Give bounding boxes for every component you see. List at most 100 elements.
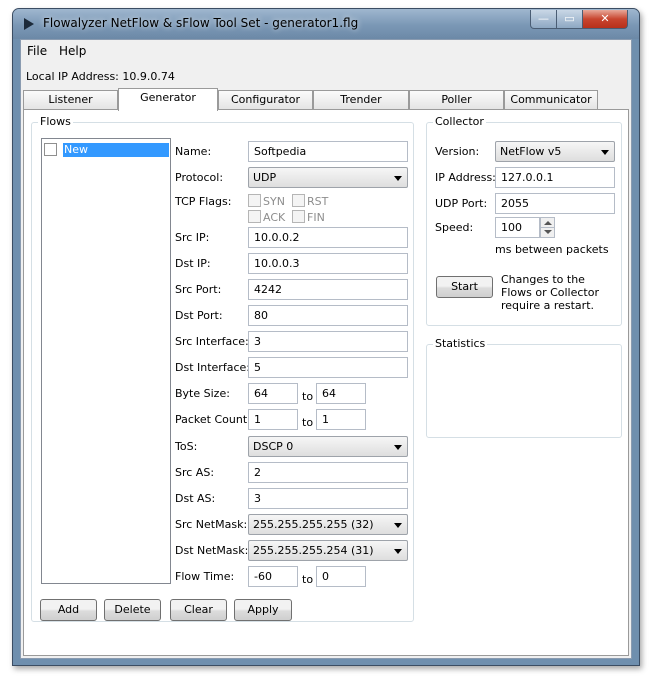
- fin-checkbox[interactable]: [292, 210, 305, 223]
- spin-down-icon[interactable]: [544, 230, 552, 234]
- chevron-down-icon: [394, 176, 402, 181]
- dst-as-input[interactable]: 3: [248, 488, 408, 509]
- flow-time-label: Flow Time:: [175, 570, 235, 583]
- dst-ip-label: Dst IP:: [175, 257, 211, 270]
- flows-group-title: Flows: [38, 115, 73, 128]
- restart-note-line1: Changes to the: [501, 273, 585, 286]
- tab-trender[interactable]: Trender: [313, 90, 409, 110]
- dst-netmask-select[interactable]: 255.255.255.254 (31): [248, 540, 408, 561]
- menu-file[interactable]: File: [27, 44, 47, 58]
- flows-list[interactable]: New: [41, 138, 171, 584]
- src-port-input[interactable]: 4242: [248, 279, 408, 300]
- app-icon: [24, 18, 34, 30]
- dst-interface-label: Dst Interface:: [175, 361, 250, 374]
- tcp-flags-label: TCP Flags:: [175, 195, 232, 208]
- apply-button[interactable]: Apply: [234, 599, 292, 621]
- version-select[interactable]: NetFlow v5: [495, 141, 615, 162]
- spin-up-icon[interactable]: [544, 221, 552, 225]
- tab-listener[interactable]: Listener: [23, 90, 118, 110]
- src-netmask-value: 255.255.255.255 (32): [253, 518, 374, 531]
- restart-note-line2: Flows or Collector: [501, 286, 599, 299]
- byte-size-to-label: to: [302, 390, 314, 403]
- byte-size-from-input[interactable]: 64: [248, 383, 298, 404]
- speed-input[interactable]: 100: [495, 217, 540, 238]
- src-interface-label: Src Interface:: [175, 335, 249, 348]
- tab-generator[interactable]: Generator: [118, 88, 218, 111]
- tab-label: Generator: [140, 91, 196, 104]
- tab-label: Communicator: [510, 93, 592, 106]
- version-value: NetFlow v5: [500, 145, 562, 158]
- tab-poller[interactable]: Poller: [409, 90, 504, 110]
- src-as-input[interactable]: 2: [248, 462, 408, 483]
- maximize-icon: ▭: [564, 12, 575, 25]
- src-as-label: Src AS:: [175, 466, 215, 479]
- packet-count-label: Packet Count:: [175, 413, 251, 426]
- speed-unit-label: ms between packets: [495, 243, 609, 256]
- tab-label: Trender: [340, 93, 382, 106]
- client-area: File Help Local IP Address: 10.9.0.74 Li…: [20, 39, 632, 659]
- title-bar[interactable]: Flowalyzer NetFlow & sFlow Tool Set - ge…: [13, 9, 639, 39]
- menu-bar: File Help: [21, 40, 631, 60]
- tab-communicator[interactable]: Communicator: [504, 90, 598, 110]
- packet-count-from-input[interactable]: 1: [248, 409, 298, 430]
- protocol-value: UDP: [253, 171, 277, 184]
- src-netmask-select[interactable]: 255.255.255.255 (32): [248, 514, 408, 535]
- window-title: Flowalyzer NetFlow & sFlow Tool Set - ge…: [43, 16, 359, 30]
- ip-address-label: IP Address:: [435, 171, 496, 184]
- protocol-select[interactable]: UDP: [248, 167, 408, 188]
- ack-checkbox[interactable]: [248, 210, 261, 223]
- tab-strip: Listener Generator Configurator Trender …: [21, 88, 631, 111]
- add-button[interactable]: Add: [40, 599, 97, 621]
- name-label: Name:: [175, 145, 212, 158]
- udp-port-input[interactable]: 2055: [495, 193, 615, 214]
- maximize-button[interactable]: ▭: [556, 10, 583, 29]
- chevron-down-icon: [394, 445, 402, 450]
- rst-label: RST: [307, 195, 329, 208]
- dst-ip-input[interactable]: 10.0.0.3: [248, 253, 408, 274]
- dst-port-label: Dst Port:: [175, 309, 223, 322]
- generator-panel: Flows New Name: Softpedia Protocol: UDP …: [23, 109, 629, 656]
- start-button[interactable]: Start: [436, 276, 493, 298]
- rst-checkbox[interactable]: [292, 194, 305, 207]
- protocol-label: Protocol:: [175, 171, 224, 184]
- minimize-button[interactable]: —: [530, 10, 557, 29]
- src-ip-input[interactable]: 10.0.0.2: [248, 227, 408, 248]
- dst-port-input[interactable]: 80: [248, 305, 408, 326]
- statistics-group-title: Statistics: [433, 337, 488, 350]
- tos-select[interactable]: DSCP 0: [248, 436, 408, 457]
- collector-ip-input[interactable]: 127.0.0.1: [495, 167, 615, 188]
- dst-netmask-value: 255.255.255.254 (31): [253, 544, 374, 557]
- menu-help[interactable]: Help: [59, 44, 86, 58]
- byte-size-to-input[interactable]: 64: [316, 383, 366, 404]
- version-label: Version:: [435, 145, 480, 158]
- restart-note-line3: require a restart.: [501, 299, 595, 312]
- src-ip-label: Src IP:: [175, 231, 210, 244]
- close-icon: ✕: [600, 12, 610, 25]
- app-window: Flowalyzer NetFlow & sFlow Tool Set - ge…: [12, 8, 640, 666]
- flow-time-to-label: to: [302, 573, 314, 586]
- fin-label: FIN: [307, 211, 325, 224]
- syn-checkbox[interactable]: [248, 194, 261, 207]
- speed-spinner[interactable]: [540, 217, 555, 238]
- src-netmask-label: Src NetMask:: [175, 518, 248, 531]
- byte-size-label: Byte Size:: [175, 387, 230, 400]
- src-interface-input[interactable]: 3: [248, 331, 408, 352]
- delete-button[interactable]: Delete: [104, 599, 161, 621]
- close-button[interactable]: ✕: [582, 10, 628, 29]
- statistics-group: Statistics: [426, 337, 622, 438]
- dst-as-label: Dst AS:: [175, 492, 216, 505]
- tab-configurator[interactable]: Configurator: [218, 90, 313, 110]
- list-item[interactable]: New: [44, 142, 169, 157]
- flow-time-to-input[interactable]: 0: [316, 566, 366, 587]
- tab-label: Listener: [48, 93, 93, 106]
- dst-netmask-label: Dst NetMask:: [175, 544, 249, 557]
- dst-interface-input[interactable]: 5: [248, 357, 408, 378]
- flows-group: Flows New Name: Softpedia Protocol: UDP …: [31, 115, 414, 622]
- clear-button[interactable]: Clear: [170, 599, 227, 621]
- minimize-icon: —: [538, 12, 549, 25]
- spin-divider: [541, 227, 554, 228]
- packet-count-to-input[interactable]: 1: [316, 409, 366, 430]
- flow-time-from-input[interactable]: -60: [248, 566, 298, 587]
- name-input[interactable]: Softpedia: [248, 141, 408, 162]
- flow-checkbox[interactable]: [44, 143, 57, 156]
